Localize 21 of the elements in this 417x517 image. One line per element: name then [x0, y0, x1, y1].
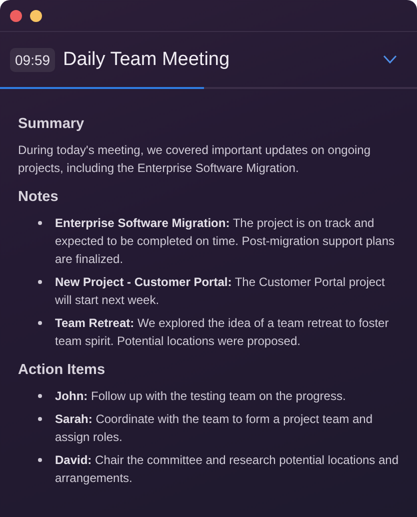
summary-text: During today's meeting, we covered important updates on ongoing projects, including the Enterprise Software Migration.: [18, 142, 372, 177]
section-heading: Notes: [18, 189, 60, 205]
chevron-down-icon[interactable]: [383, 55, 397, 64]
minimize-button[interactable]: [30, 10, 42, 22]
bullet-icon: [38, 394, 42, 398]
bullet-icon: [38, 321, 42, 325]
bullet-icon: [38, 221, 42, 225]
bullet-icon: [38, 280, 42, 284]
section-heading: Action Items: [18, 362, 106, 378]
list-item-text: John: Follow up with the testing team on the progress.: [55, 388, 346, 405]
timer-badge: 09:59: [10, 48, 56, 72]
meeting-title: Daily Team Meeting: [63, 48, 231, 70]
bullet-icon: [38, 458, 42, 462]
close-button[interactable]: [10, 10, 22, 22]
list-item-text: Enterprise Software Migration: The project is on track and expected to be completed on time. Post-migration support plans are finalized.: [55, 215, 396, 268]
list-item-text: New Project - Customer Portal: The Customer Portal project will start next week.: [55, 274, 386, 309]
list-item-text: Sarah: Coordinate with the team to form a project team and assign roles.: [55, 411, 374, 446]
list-item-text: David: Chair the committee and research potential locations and arrangements.: [55, 452, 399, 487]
list-item-text: Team Retreat: We explored the idea of a team retreat to foster team spirit. Potential locations were proposed.: [55, 315, 390, 350]
section-heading: Summary: [18, 116, 86, 132]
bullet-icon: [38, 417, 42, 421]
